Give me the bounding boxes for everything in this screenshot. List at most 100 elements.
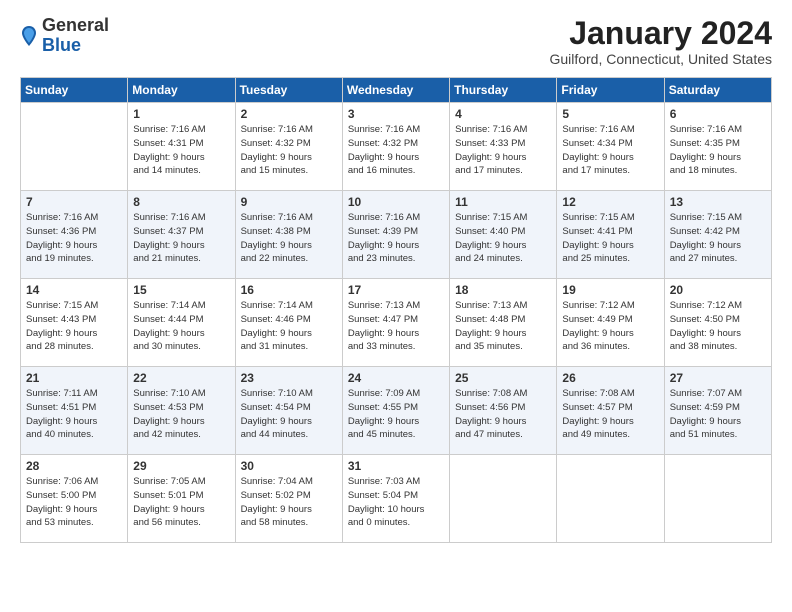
day-info: Sunrise: 7:10 AMSunset: 4:54 PMDaylight:…	[241, 387, 337, 442]
week-row-4: 21Sunrise: 7:11 AMSunset: 4:51 PMDayligh…	[21, 367, 772, 455]
day-cell: 12Sunrise: 7:15 AMSunset: 4:41 PMDayligh…	[557, 191, 664, 279]
day-info: Sunrise: 7:14 AMSunset: 4:44 PMDaylight:…	[133, 299, 229, 354]
day-number: 26	[562, 371, 658, 385]
day-cell: 11 Sunrise: 7:15 AMSunset: 4:40 PMDayligh…	[450, 191, 557, 279]
day-cell: 27 Sunrise: 7:07 AMSunset: 4:59 PMDayligh…	[664, 367, 771, 455]
day-number: 8	[133, 195, 229, 209]
day-number: 12	[562, 195, 658, 209]
day-info: Sunrise: 7:16 AMSunset: 4:32 PMDaylight:…	[348, 123, 444, 178]
col-saturday: Saturday	[664, 78, 771, 103]
day-info: Sunrise: 7:03 AMSunset: 5:04 PMDaylight:…	[348, 475, 444, 530]
day-number: 24	[348, 371, 444, 385]
day-info: Sunrise: 7:15 AMSunset: 4:43 PMDaylight:…	[26, 299, 122, 354]
day-cell: 22 Sunrise: 7:10 AMSunset: 4:53 PMDayligh…	[128, 367, 235, 455]
day-info: Sunrise: 7:05 AMSunset: 5:01 PMDaylight:…	[133, 475, 229, 530]
day-info: Sunrise: 7:16 AMSunset: 4:35 PMDaylight:…	[670, 123, 766, 178]
week-row-5: 28 Sunrise: 7:06 AMSunset: 5:00 PMDayligh…	[21, 455, 772, 543]
day-cell	[450, 455, 557, 543]
day-info: Sunrise: 7:16 AMSunset: 4:39 PMDaylight:…	[348, 211, 444, 266]
day-info: Sunrise: 7:15 AMSunset: 4:42 PMDaylight:…	[670, 211, 766, 266]
col-monday: Monday	[128, 78, 235, 103]
day-cell	[21, 103, 128, 191]
day-info: Sunrise: 7:16 AMSunset: 4:36 PMDaylight:…	[26, 211, 122, 266]
logo-icon	[20, 25, 38, 47]
day-number: 6	[670, 107, 766, 121]
day-number: 29	[133, 459, 229, 473]
day-cell: 21Sunrise: 7:11 AMSunset: 4:51 PMDayligh…	[21, 367, 128, 455]
day-number: 4	[455, 107, 551, 121]
day-info: Sunrise: 7:16 AMSunset: 4:31 PMDaylight:…	[133, 123, 229, 178]
logo-blue-text: Blue	[42, 36, 109, 56]
day-info: Sunrise: 7:06 AMSunset: 5:00 PMDaylight:…	[26, 475, 122, 530]
week-row-1: 1 Sunrise: 7:16 AMSunset: 4:31 PMDaylight…	[21, 103, 772, 191]
col-thursday: Thursday	[450, 78, 557, 103]
day-number: 23	[241, 371, 337, 385]
day-info: Sunrise: 7:15 AMSunset: 4:40 PMDaylight:…	[455, 211, 551, 266]
day-cell: 23 Sunrise: 7:10 AMSunset: 4:54 PMDayligh…	[235, 367, 342, 455]
day-cell: 5 Sunrise: 7:16 AMSunset: 4:34 PMDaylight…	[557, 103, 664, 191]
day-cell: 1 Sunrise: 7:16 AMSunset: 4:31 PMDaylight…	[128, 103, 235, 191]
day-cell: 31 Sunrise: 7:03 AMSunset: 5:04 PMDayligh…	[342, 455, 449, 543]
day-cell: 24 Sunrise: 7:09 AMSunset: 4:55 PMDayligh…	[342, 367, 449, 455]
day-number: 28	[26, 459, 122, 473]
logo-general-text: General	[42, 16, 109, 36]
day-cell: 2 Sunrise: 7:16 AMSunset: 4:32 PMDaylight…	[235, 103, 342, 191]
day-info: Sunrise: 7:10 AMSunset: 4:53 PMDaylight:…	[133, 387, 229, 442]
col-wednesday: Wednesday	[342, 78, 449, 103]
day-info: Sunrise: 7:07 AMSunset: 4:59 PMDaylight:…	[670, 387, 766, 442]
day-number: 22	[133, 371, 229, 385]
day-info: Sunrise: 7:13 AMSunset: 4:47 PMDaylight:…	[348, 299, 444, 354]
day-cell: 17 Sunrise: 7:13 AMSunset: 4:47 PMDayligh…	[342, 279, 449, 367]
col-friday: Friday	[557, 78, 664, 103]
day-number: 25	[455, 371, 551, 385]
col-tuesday: Tuesday	[235, 78, 342, 103]
day-cell: 7Sunrise: 7:16 AMSunset: 4:36 PMDaylight…	[21, 191, 128, 279]
day-number: 15	[133, 283, 229, 297]
calendar-page: General Blue January 2024 Guilford, Conn…	[0, 0, 792, 553]
day-cell: 4 Sunrise: 7:16 AMSunset: 4:33 PMDaylight…	[450, 103, 557, 191]
day-cell: 25 Sunrise: 7:08 AMSunset: 4:56 PMDayligh…	[450, 367, 557, 455]
day-number: 31	[348, 459, 444, 473]
day-number: 20	[670, 283, 766, 297]
day-cell: 8 Sunrise: 7:16 AMSunset: 4:37 PMDaylight…	[128, 191, 235, 279]
week-row-3: 14Sunrise: 7:15 AMSunset: 4:43 PMDayligh…	[21, 279, 772, 367]
week-row-2: 7Sunrise: 7:16 AMSunset: 4:36 PMDaylight…	[21, 191, 772, 279]
day-number: 18	[455, 283, 551, 297]
day-info: Sunrise: 7:08 AMSunset: 4:56 PMDaylight:…	[455, 387, 551, 442]
day-info: Sunrise: 7:12 AMSunset: 4:50 PMDaylight:…	[670, 299, 766, 354]
day-number: 3	[348, 107, 444, 121]
day-number: 17	[348, 283, 444, 297]
day-info: Sunrise: 7:09 AMSunset: 4:55 PMDaylight:…	[348, 387, 444, 442]
day-cell: 30Sunrise: 7:04 AMSunset: 5:02 PMDayligh…	[235, 455, 342, 543]
day-number: 30	[241, 459, 337, 473]
logo: General Blue	[20, 16, 109, 56]
day-info: Sunrise: 7:16 AMSunset: 4:37 PMDaylight:…	[133, 211, 229, 266]
day-number: 5	[562, 107, 658, 121]
day-cell: 15 Sunrise: 7:14 AMSunset: 4:44 PMDayligh…	[128, 279, 235, 367]
logo-text: General Blue	[42, 16, 109, 56]
day-info: Sunrise: 7:16 AMSunset: 4:34 PMDaylight:…	[562, 123, 658, 178]
day-cell: 3 Sunrise: 7:16 AMSunset: 4:32 PMDaylight…	[342, 103, 449, 191]
day-cell	[557, 455, 664, 543]
day-number: 13	[670, 195, 766, 209]
day-number: 27	[670, 371, 766, 385]
month-title: January 2024	[549, 16, 772, 51]
day-number: 1	[133, 107, 229, 121]
day-number: 16	[241, 283, 337, 297]
day-number: 10	[348, 195, 444, 209]
day-number: 11	[455, 195, 551, 209]
title-block: January 2024 Guilford, Connecticut, Unit…	[549, 16, 772, 67]
day-info: Sunrise: 7:16 AMSunset: 4:33 PMDaylight:…	[455, 123, 551, 178]
day-cell: 28 Sunrise: 7:06 AMSunset: 5:00 PMDayligh…	[21, 455, 128, 543]
location: Guilford, Connecticut, United States	[549, 51, 772, 67]
day-number: 21	[26, 371, 122, 385]
day-cell: 19Sunrise: 7:12 AMSunset: 4:49 PMDayligh…	[557, 279, 664, 367]
day-info: Sunrise: 7:16 AMSunset: 4:38 PMDaylight:…	[241, 211, 337, 266]
day-cell	[664, 455, 771, 543]
day-info: Sunrise: 7:16 AMSunset: 4:32 PMDaylight:…	[241, 123, 337, 178]
day-cell: 14Sunrise: 7:15 AMSunset: 4:43 PMDayligh…	[21, 279, 128, 367]
header: General Blue January 2024 Guilford, Conn…	[20, 16, 772, 67]
calendar-table: Sunday Monday Tuesday Wednesday Thursday…	[20, 77, 772, 543]
header-row: Sunday Monday Tuesday Wednesday Thursday…	[21, 78, 772, 103]
day-number: 2	[241, 107, 337, 121]
